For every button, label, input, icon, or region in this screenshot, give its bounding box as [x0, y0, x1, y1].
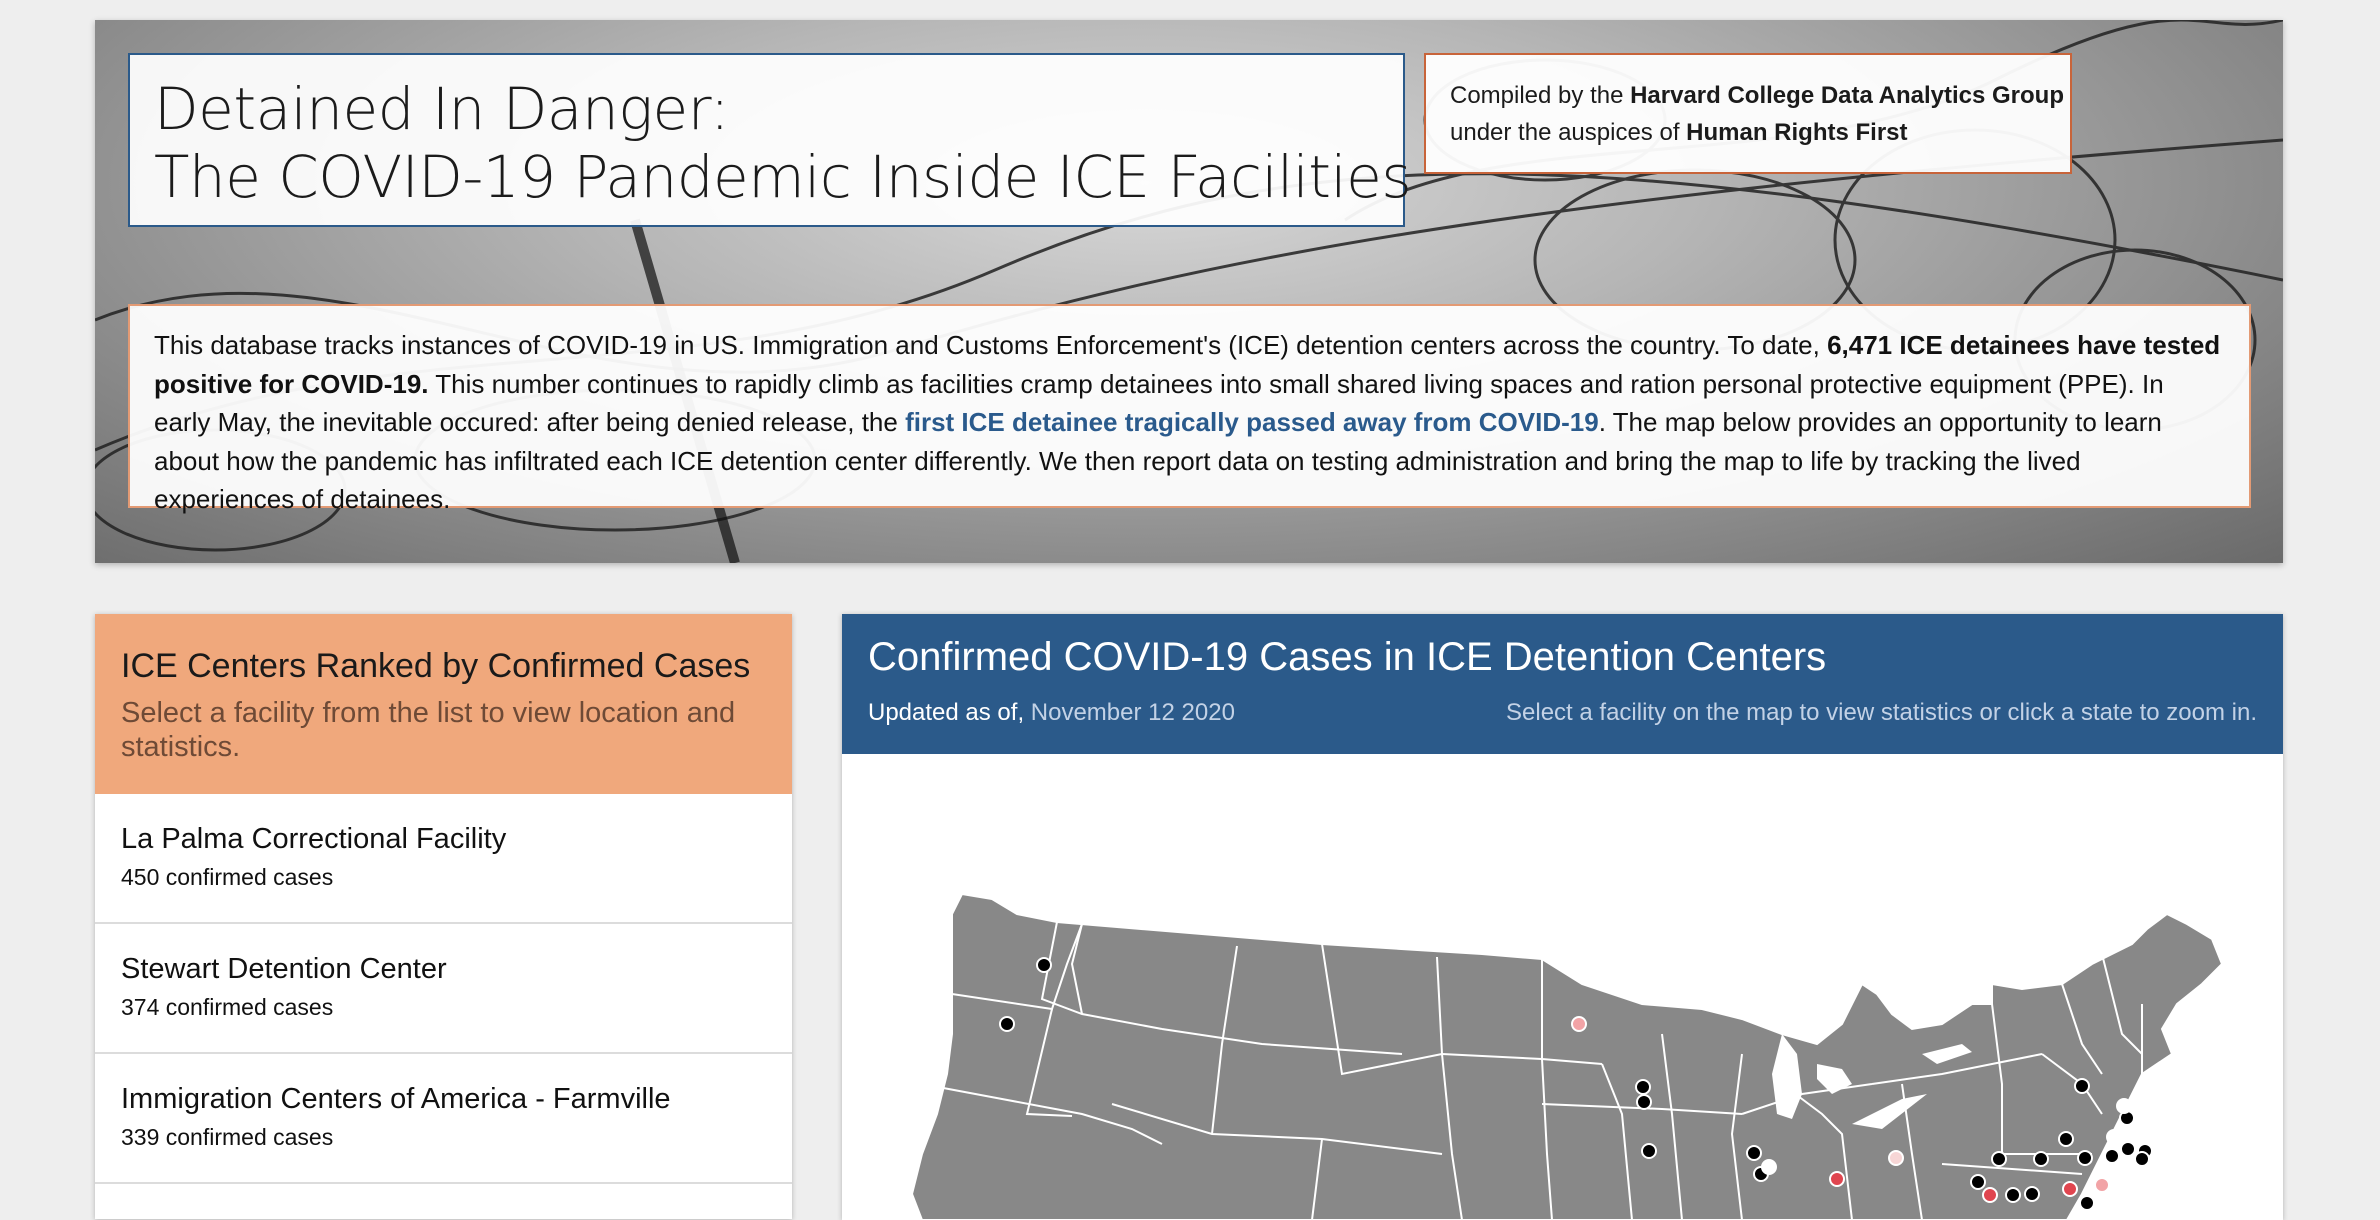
facility-marker[interactable] — [1888, 1150, 1904, 1166]
facility-marker[interactable] — [1761, 1159, 1777, 1175]
facility-marker[interactable] — [2104, 1148, 2120, 1164]
facility-case-count: 374 confirmed cases — [121, 994, 334, 1020]
intro-description: This database tracks instances of COVID-… — [128, 304, 2251, 514]
map-title: Confirmed COVID-19 Cases in ICE Detentio… — [868, 635, 1827, 679]
facility-marker[interactable] — [999, 1016, 1015, 1032]
ranking-title: ICE Centers Ranked by Confirmed Cases — [121, 647, 751, 685]
facility-marker[interactable] — [1571, 1016, 1587, 1032]
facility-name: La Palma Correctional Facility — [121, 823, 507, 855]
facility-marker[interactable] — [1829, 1171, 1845, 1187]
facility-marker[interactable] — [2079, 1195, 2095, 1211]
facility-marker[interactable] — [2094, 1177, 2110, 1193]
credits-prefix: Compiled by the — [1450, 82, 1631, 109]
facility-marker[interactable] — [2077, 1150, 2093, 1166]
facility-name: Stewart Detention Center — [121, 953, 447, 985]
page-subtitle: The COVID-19 Pandemic Inside ICE Facilit… — [154, 143, 1412, 211]
facility-marker[interactable] — [2024, 1186, 2040, 1202]
facility-marker[interactable] — [1982, 1187, 1998, 1203]
facility-marker[interactable] — [2033, 1151, 2049, 1167]
map-instructions: Select a facility on the map to view sta… — [1506, 699, 2257, 726]
facility-marker[interactable] — [2005, 1187, 2021, 1203]
title-box: Detained In Danger: The COVID-19 Pandemi… — [128, 53, 1412, 227]
updated-date: November 12 2020 — [1030, 699, 1235, 726]
page-title: Detained In Danger: — [154, 75, 730, 143]
facility-name: Immigration Centers of America - Farmvil… — [121, 1083, 671, 1115]
credits-middle: under the auspices of — [1450, 119, 1687, 146]
facility-marker[interactable] — [1641, 1143, 1657, 1159]
credits-org: Human Rights First — [1686, 119, 1908, 146]
facility-marker[interactable] — [2116, 1098, 2132, 1114]
facility-marker[interactable] — [1746, 1145, 1762, 1161]
facility-marker[interactable] — [1970, 1174, 1986, 1190]
us-map[interactable] — [842, 754, 2283, 1220]
facility-marker[interactable] — [1636, 1094, 1652, 1110]
facility-marker[interactable] — [1635, 1079, 1651, 1095]
map-header: Confirmed COVID-19 Cases in ICE Detentio… — [842, 614, 2283, 754]
credits-box: Compiled by the Harvard College Data Ana… — [1424, 53, 2072, 174]
map-panel: Confirmed COVID-19 Cases in ICE Detentio… — [842, 614, 2283, 1220]
ranking-panel: ICE Centers Ranked by Confirmed Cases Se… — [95, 614, 792, 1219]
facility-case-count: 339 confirmed cases — [121, 1124, 334, 1150]
facility-marker[interactable] — [1036, 957, 1052, 973]
facility-marker[interactable] — [2062, 1181, 2078, 1197]
facility-marker[interactable] — [2120, 1141, 2136, 1157]
hero-banner: Detained In Danger: The COVID-19 Pandemi… — [95, 20, 2283, 563]
facility-list-item[interactable]: La Palma Correctional Facility 450 confi… — [95, 794, 792, 924]
update-info: Updated as of, November 12 2020 — [868, 696, 1235, 730]
credits-group: Harvard College Data Analytics Group — [1630, 82, 2064, 109]
facility-marker[interactable] — [2106, 1129, 2122, 1145]
facility-case-count: 450 confirmed cases — [121, 864, 334, 890]
facility-list-item[interactable]: Stewart Detention Center 374 confirmed c… — [95, 924, 792, 1054]
facility-marker[interactable] — [2134, 1151, 2150, 1167]
us-map-area[interactable] — [842, 754, 2283, 1220]
ranking-subtitle: Select a facility from the list to view … — [121, 697, 736, 763]
updated-label: Updated as of, — [868, 699, 1025, 726]
facility-marker[interactable] — [1991, 1151, 2007, 1167]
facility-marker[interactable] — [2074, 1078, 2090, 1094]
facility-list-item[interactable]: Immigration Centers of America - Farmvil… — [95, 1054, 792, 1184]
intro-text-1: This database tracks instances of COVID-… — [154, 330, 1828, 360]
facility-marker[interactable] — [2058, 1131, 2074, 1147]
first-death-link[interactable]: first ICE detainee tragically passed awa… — [905, 407, 1599, 437]
ranking-header: ICE Centers Ranked by Confirmed Cases Se… — [95, 614, 792, 794]
